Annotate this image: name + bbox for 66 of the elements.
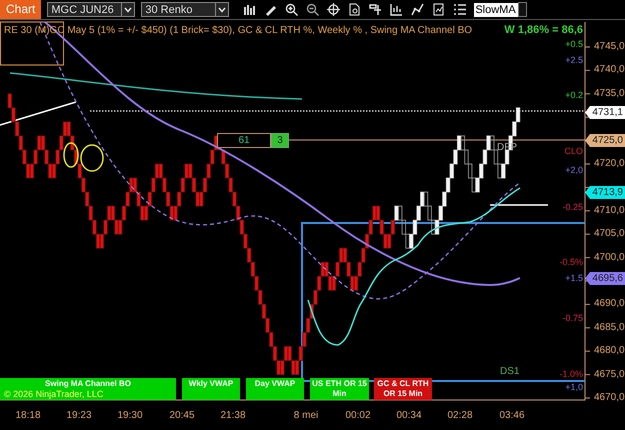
zoom-in-icon[interactable] (285, 3, 298, 16)
price-label: 4745,0 (594, 41, 625, 53)
level-label: +0.2 (565, 90, 583, 101)
weekly-stat: W 1,86% = 86,6 (504, 24, 583, 36)
panel-title: Wkly VWAP (188, 379, 234, 388)
copyright-text: © 2026 NinjaTrader, LLC (4, 389, 104, 399)
price-label: 4675,0 (594, 368, 625, 381)
time-label: 03:46 (499, 410, 525, 421)
level-line (490, 204, 548, 206)
level-label: -1.0% (559, 369, 583, 380)
level-label: +0.5 (565, 39, 583, 50)
crosshair-icon[interactable] (327, 3, 340, 16)
pencil-icon[interactable] (264, 3, 278, 16)
price-label: 4670,0 (594, 392, 625, 404)
level-label: +2.5 (565, 55, 583, 66)
zoom-out-icon[interactable] (306, 3, 320, 16)
caret-icon (218, 6, 226, 12)
price-label: 4740,0 (594, 64, 625, 76)
marker-count: 3 (271, 133, 289, 148)
bar-type-dropdown[interactable]: 30 Renko (141, 2, 230, 17)
level-label: +2,0 (565, 165, 583, 176)
level-label: -0.75 (562, 313, 583, 324)
price-label: 4685,0 (594, 322, 625, 334)
price-flag: 4731,1 (585, 106, 625, 119)
indicator-input[interactable]: SlowMA (474, 2, 518, 16)
time-label: 19:30 (117, 410, 143, 421)
caret-icon (124, 6, 132, 12)
time-label: 00:02 (345, 410, 371, 421)
panel-title: Day VWAP (254, 379, 296, 388)
price-label: 4680,0 (594, 345, 625, 358)
price-label: 4705,0 (594, 228, 625, 240)
time-label: 02:28 (447, 410, 473, 421)
line-chart-icon[interactable] (411, 3, 424, 16)
template-icon[interactable] (432, 3, 446, 16)
instrument-dropdown[interactable]: MGC JUN26 (47, 2, 136, 17)
level-label: -0.25 (562, 202, 583, 213)
level-label: +1.5 (565, 273, 583, 284)
price-label: 4735,0 (594, 88, 625, 100)
time-label: 00:34 (396, 410, 422, 421)
price-flag: 4713,9 (585, 186, 625, 199)
chart-annotation: DS1 (500, 366, 520, 377)
marker-value: 61 (217, 133, 271, 148)
level-label: +1,0 (565, 382, 583, 393)
panel-title: US ETH OR 15 Min (312, 379, 367, 398)
field-button[interactable] (518, 2, 528, 17)
time-label: 20:45 (169, 410, 195, 421)
price-label: 4710,0 (594, 204, 625, 217)
time-label: 19:23 (66, 410, 92, 421)
price-label: 4690,0 (594, 298, 625, 310)
time-label: 21:38 (220, 410, 246, 421)
price-label: 4700,0 (594, 252, 625, 264)
level-label: -0.5% (559, 257, 583, 268)
panel-title: Swing MA Channel BO (45, 379, 131, 388)
document-search-icon[interactable] (348, 3, 362, 16)
properties-icon[interactable] (369, 3, 382, 16)
price-flag: 4695,6 (585, 272, 625, 285)
price-flag: 4725,0 (585, 134, 625, 147)
level-label: CLO (564, 146, 583, 157)
time-label: 8 mei (294, 410, 318, 421)
price-label: 4720,0 (594, 158, 625, 170)
data-box-icon[interactable] (390, 3, 404, 16)
list-icon[interactable] (453, 3, 466, 16)
time-label: 18:18 (15, 410, 41, 421)
range-box (0, 22, 64, 66)
panel-title: GC & CL RTH OR 15 Min (377, 379, 429, 398)
bar-chart-icon[interactable] (243, 3, 256, 16)
